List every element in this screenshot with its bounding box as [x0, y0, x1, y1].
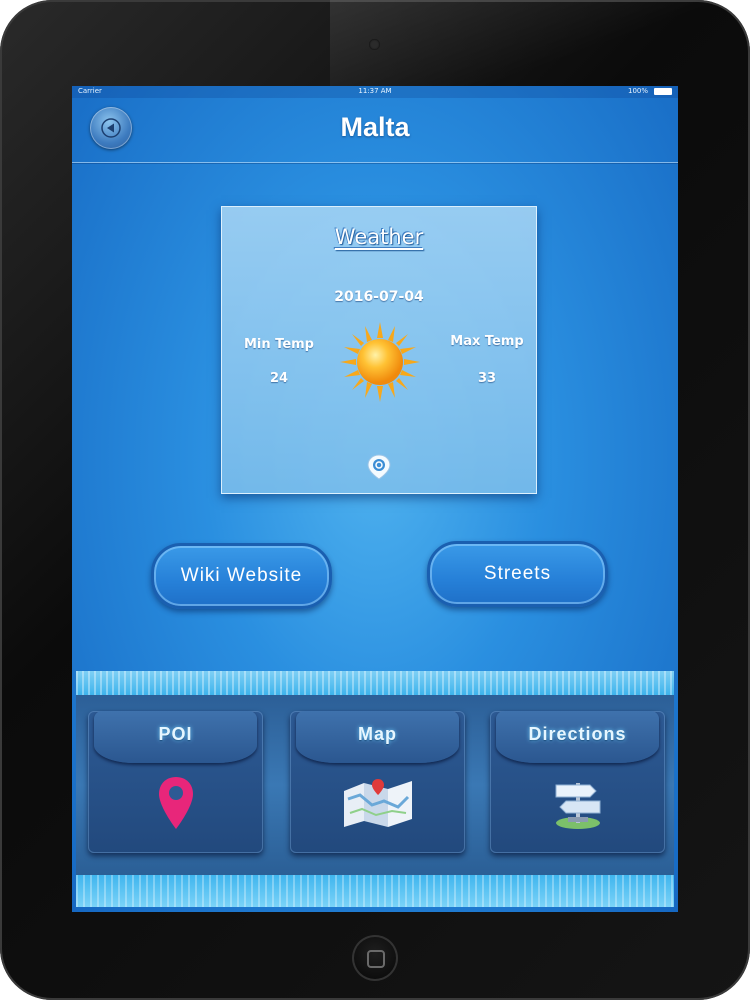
- wiki-website-button[interactable]: Wiki Website: [151, 543, 332, 609]
- poi-tile[interactable]: POI: [88, 711, 263, 853]
- home-button-icon: [367, 950, 385, 968]
- navigation-bar: Malta: [72, 98, 678, 163]
- directions-tile-label: Directions: [528, 724, 627, 744]
- tray-body: POI Map Directions: [76, 695, 674, 875]
- map-pin-icon: [159, 777, 193, 829]
- weather-title: Weather: [334, 225, 424, 249]
- battery-icon: [654, 88, 672, 95]
- tray-bottom-edge: [76, 875, 674, 907]
- map-tile[interactable]: Map: [290, 711, 465, 853]
- folded-map-icon: [344, 779, 412, 827]
- min-temp-value: 24: [269, 371, 289, 386]
- max-temp-label: Max Temp: [450, 334, 524, 349]
- home-button[interactable]: [352, 935, 398, 981]
- status-bar: Carrier 11:37 AM 100%: [72, 86, 678, 98]
- weather-date: 2016-07-04: [334, 289, 424, 305]
- page-title: Malta: [340, 112, 410, 142]
- status-time: 11:37 AM: [358, 87, 392, 95]
- map-tile-label: Map: [358, 724, 397, 744]
- min-temp-label: Min Temp: [244, 337, 314, 352]
- signpost-icon: [555, 783, 601, 829]
- tablet-device-frame: Carrier 11:37 AM 100% Malta Weather 2016…: [0, 0, 750, 1000]
- streets-button[interactable]: Streets: [427, 541, 608, 607]
- weather-card: Weather 2016-07-04 Min Temp Max Temp 24 …: [221, 206, 537, 494]
- bezel-reflection: [330, 0, 750, 88]
- max-temp-value: 33: [477, 371, 497, 386]
- location-icon[interactable]: [365, 453, 393, 481]
- tray-top-edge: [76, 671, 674, 695]
- directions-tile[interactable]: Directions: [490, 711, 665, 853]
- bottom-tray: POI Map Directions: [72, 671, 678, 911]
- app-screen: Carrier 11:37 AM 100% Malta Weather 2016…: [72, 86, 678, 912]
- sun-icon: [340, 322, 420, 402]
- battery-percent: 100%: [627, 87, 648, 95]
- front-camera: [369, 39, 380, 50]
- poi-tile-label: POI: [158, 724, 193, 744]
